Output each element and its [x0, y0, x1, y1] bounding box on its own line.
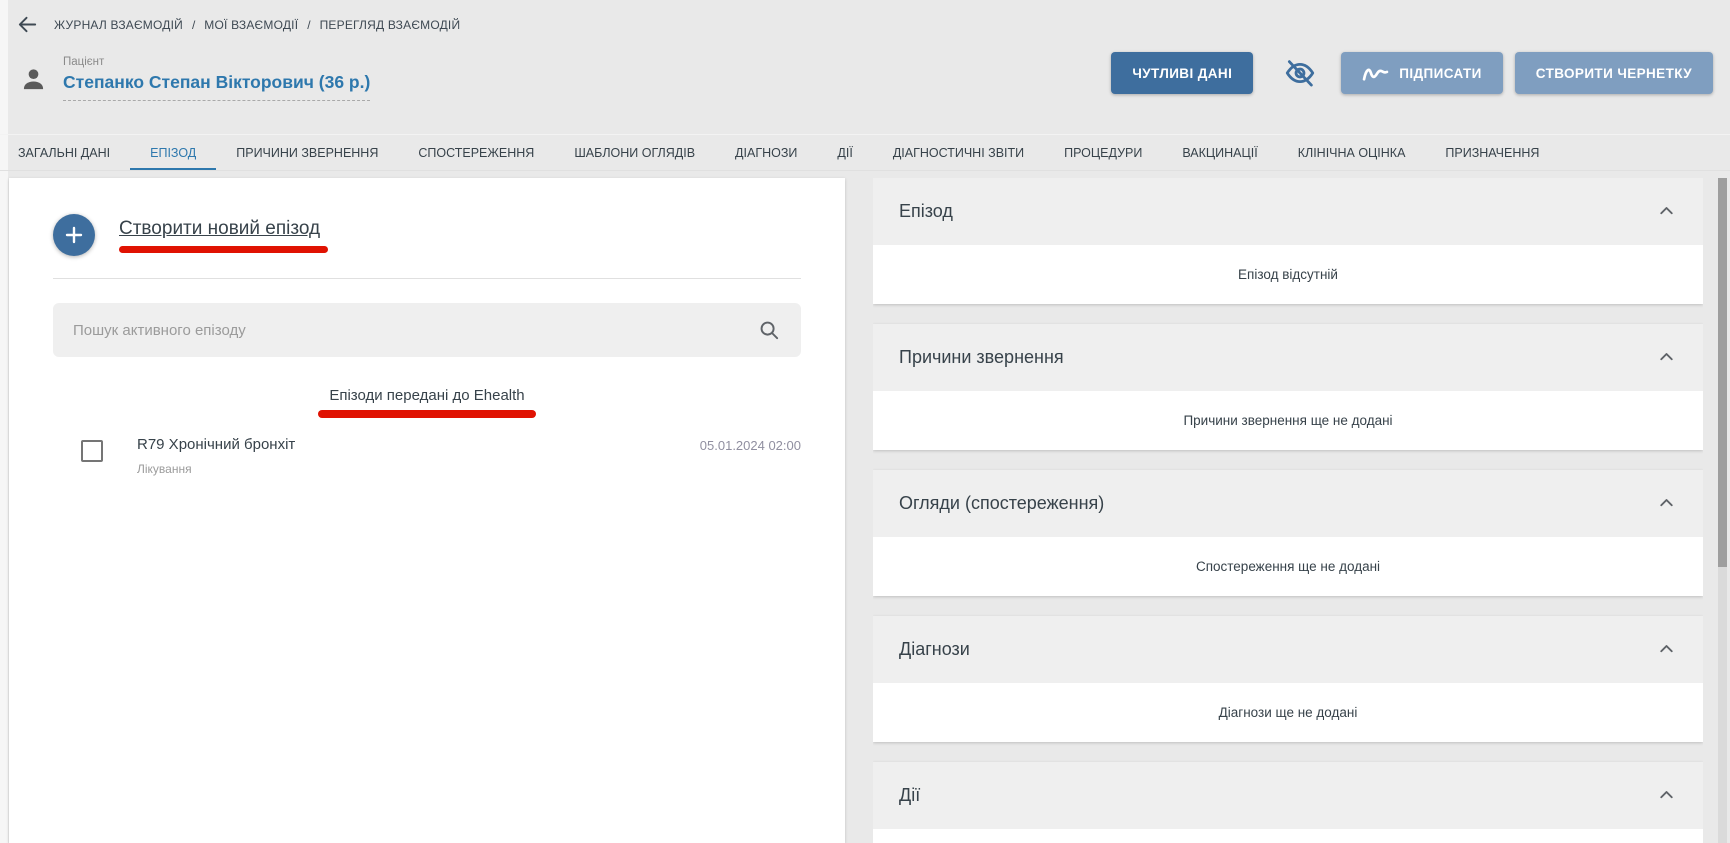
chevron-up-icon[interactable]	[1656, 493, 1677, 514]
tab-diagnostic-reports[interactable]: ДІАГНОСТИЧНІ ЗВІТИ	[873, 135, 1044, 170]
section-empty-text: Причини звернення ще не додані	[873, 391, 1703, 450]
tab-vaccinations[interactable]: ВАКЦИНАЦІЇ	[1162, 135, 1277, 170]
section-empty-text: Діагнози ще не додані	[873, 683, 1703, 742]
breadcrumb: ЖУРНАЛ ВЗАЄМОДІЙ / МОЇ ВЗАЄМОДІЇ / ПЕРЕГ…	[16, 13, 460, 36]
tab-episode[interactable]: ЕПІЗОД	[130, 135, 216, 170]
tab-exam-templates[interactable]: ШАБЛОНИ ОГЛЯДІВ	[554, 135, 715, 170]
section-actions-header[interactable]: Дії	[873, 762, 1703, 829]
episode-title[interactable]: R79 Хронічний бронхіт	[137, 436, 295, 453]
chevron-up-icon[interactable]	[1656, 639, 1677, 660]
divider	[53, 278, 801, 279]
section-empty-text: Спостереження ще не додані	[873, 537, 1703, 596]
episode-search-input[interactable]	[73, 322, 758, 339]
search-icon[interactable]	[758, 319, 781, 342]
section-actions: Дії Дії ще не додані	[873, 762, 1703, 843]
episodes-panel: Створити новий епізод Епізоди передані д…	[9, 178, 845, 843]
episode-datetime: 05.01.2024 02:00	[700, 436, 801, 453]
section-title: Діагнози	[899, 639, 970, 660]
section-diagnoses-header[interactable]: Діагнози	[873, 616, 1703, 683]
episode-checkbox[interactable]	[81, 440, 103, 462]
patient-tabs: ЗАГАЛЬНІ ДАНІ ЕПІЗОД ПРИЧИНИ ЗВЕРНЕННЯ С…	[0, 134, 1730, 171]
create-draft-button[interactable]: СТВОРИТИ ЧЕРНЕТКУ	[1515, 52, 1713, 94]
signature-icon	[1362, 64, 1389, 83]
patient-label: Пацієнт	[63, 56, 370, 68]
window-edge	[0, 0, 8, 843]
red-underline-annotation	[318, 410, 536, 418]
breadcrumb-separator: /	[192, 18, 195, 32]
plus-icon	[62, 223, 86, 247]
tab-general-data[interactable]: ЗАГАЛЬНІ ДАНІ	[18, 135, 130, 170]
tab-actions[interactable]: ДІЇ	[817, 135, 872, 170]
transferred-episodes-header: Епізоди передані до Ehealth	[53, 387, 801, 418]
section-episode: Епізод Епізод відсутній	[873, 178, 1703, 304]
header-actions: ЧУТЛИВІ ДАНІ ПІДПИСАТИ СТВОРИТИ ЧЕРНЕТКУ	[1111, 52, 1713, 94]
section-title: Огляди (спостереження)	[899, 493, 1104, 514]
eye-off-icon	[1283, 56, 1317, 90]
chevron-up-icon[interactable]	[1656, 201, 1677, 222]
arrow-left-icon	[16, 13, 39, 36]
sensitive-data-button[interactable]: ЧУТЛИВІ ДАНІ	[1111, 52, 1253, 94]
episode-list-item[interactable]: R79 Хронічний бронхіт Лікування 05.01.20…	[53, 436, 801, 476]
add-episode-button[interactable]	[53, 214, 95, 256]
create-new-episode-link[interactable]: Створити новий епізод	[119, 218, 320, 240]
section-diagnoses: Діагнози Діагнози ще не додані	[873, 616, 1703, 742]
tab-visit-reasons[interactable]: ПРИЧИНИ ЗВЕРНЕННЯ	[216, 135, 398, 170]
section-title: Дії	[899, 785, 920, 806]
scrollbar[interactable]	[1718, 178, 1727, 843]
section-observations: Огляди (спостереження) Спостереження ще …	[873, 470, 1703, 596]
transferred-episodes-title: Епізоди передані до Ehealth	[329, 387, 524, 404]
scrollbar-thumb[interactable]	[1718, 178, 1727, 567]
section-empty-text: Дії ще не додані	[873, 829, 1703, 843]
create-episode-row: Створити новий епізод	[53, 214, 801, 256]
patient-name-link[interactable]: Степанко Степан Вікторович (36 р.)	[63, 72, 370, 101]
hide-sensitive-button[interactable]	[1283, 56, 1317, 90]
tab-observations[interactable]: СПОСТЕРЕЖЕННЯ	[398, 135, 554, 170]
section-observations-header[interactable]: Огляди (спостереження)	[873, 470, 1703, 537]
section-empty-text: Епізод відсутній	[873, 245, 1703, 304]
breadcrumb-item-current: ПЕРЕГЛЯД ВЗАЄМОДІЙ	[320, 18, 461, 32]
tab-diagnoses[interactable]: ДІАГНОЗИ	[715, 135, 817, 170]
tab-procedures[interactable]: ПРОЦЕДУРИ	[1044, 135, 1162, 170]
chevron-up-icon[interactable]	[1656, 785, 1677, 806]
episode-type: Лікування	[137, 462, 295, 476]
tab-clinical-assessment[interactable]: КЛІНІЧНА ОЦІНКА	[1278, 135, 1426, 170]
person-icon	[20, 66, 47, 93]
breadcrumb-separator: /	[307, 18, 310, 32]
section-visit-reasons-header[interactable]: Причини звернення	[873, 324, 1703, 391]
section-title: Епізод	[899, 201, 953, 222]
section-episode-header[interactable]: Епізод	[873, 178, 1703, 245]
chevron-up-icon[interactable]	[1656, 347, 1677, 368]
red-underline-annotation	[119, 246, 328, 253]
breadcrumb-item-my-interactions[interactable]: МОЇ ВЗАЄМОДІЇ	[204, 18, 298, 32]
episode-search-box	[53, 303, 801, 357]
tab-prescriptions[interactable]: ПРИЗНАЧЕННЯ	[1425, 135, 1559, 170]
summary-column: Епізод Епізод відсутній Причини зверненн…	[873, 178, 1703, 843]
section-visit-reasons: Причини звернення Причини звернення ще н…	[873, 324, 1703, 450]
section-title: Причини звернення	[899, 347, 1064, 368]
breadcrumb-item-journal[interactable]: ЖУРНАЛ ВЗАЄМОДІЙ	[54, 18, 183, 32]
patient-block: Пацієнт Степанко Степан Вікторович (36 р…	[20, 56, 370, 101]
sign-button[interactable]: ПІДПИСАТИ	[1341, 52, 1503, 94]
sign-button-label: ПІДПИСАТИ	[1399, 66, 1482, 81]
back-button[interactable]	[16, 13, 39, 36]
